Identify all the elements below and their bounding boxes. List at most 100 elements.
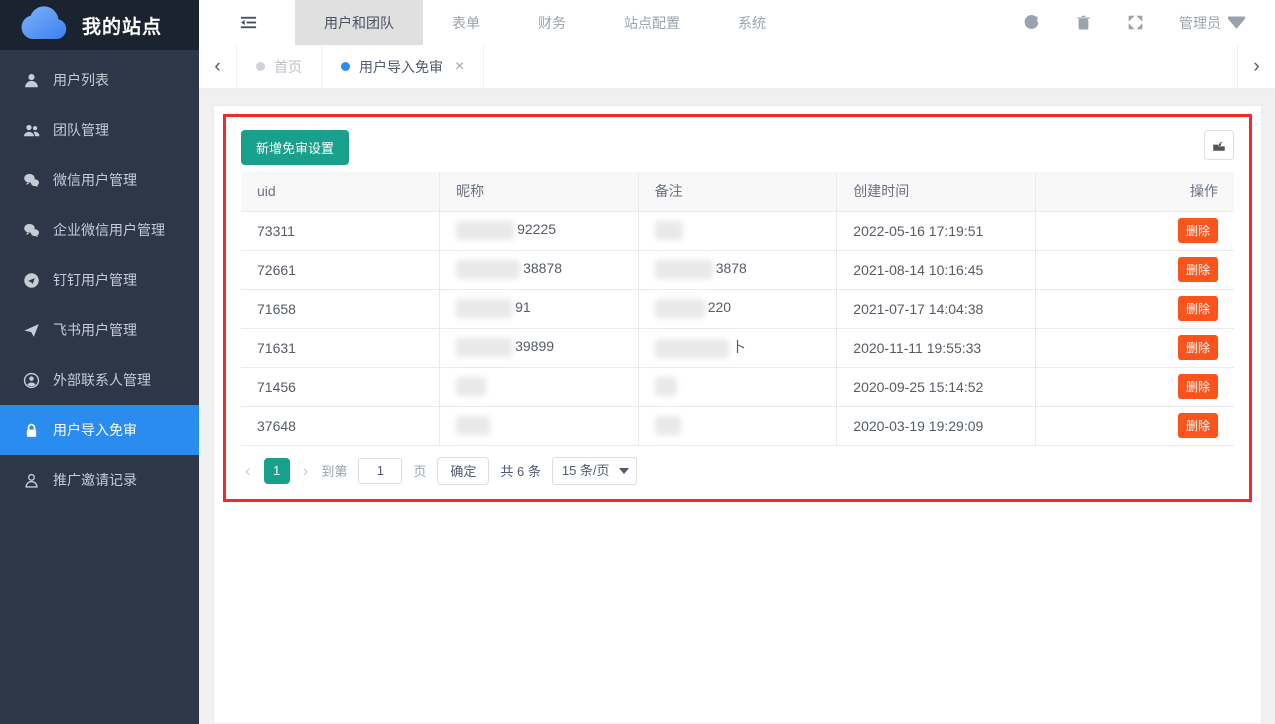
delete-button[interactable]: 删除: [1178, 335, 1218, 360]
fullscreen-icon[interactable]: [1127, 14, 1144, 31]
confirm-button[interactable]: 确定: [437, 457, 489, 485]
dingtalk-icon: [23, 272, 40, 289]
tab-close-icon[interactable]: ×: [455, 59, 464, 75]
sidebar-menu: 用户列表 团队管理 微信用户管理 企业微信用户管理: [0, 50, 199, 505]
sidebar-item-label: 推广邀请记录: [53, 470, 137, 490]
cell-uid: 71631: [241, 328, 440, 367]
cell-remark: [638, 211, 837, 250]
cell-remark: [638, 367, 837, 406]
total-count-label: 共 6 条: [500, 461, 540, 480]
tab-label: 首页: [274, 57, 302, 77]
panel-toolbar: 新增免审设置: [241, 130, 1234, 165]
cell-actions: 删除: [1035, 211, 1234, 250]
table-row: 71456 2020-09-25 15:14:52 删除: [241, 367, 1234, 406]
sidebar-item-label: 钉钉用户管理: [53, 270, 137, 290]
cell-nickname: 39899: [440, 328, 639, 367]
sidebar-item-label: 微信用户管理: [53, 170, 137, 190]
cell-actions: 删除: [1035, 328, 1234, 367]
sidebar-item-feishu-users[interactable]: 飞书用户管理: [0, 305, 199, 355]
cell-uid: 72661: [241, 250, 440, 289]
cell-created: 2020-11-11 19:55:33: [837, 328, 1036, 367]
sidebar-item-label: 飞书用户管理: [53, 320, 137, 340]
page-unit-label: 页: [413, 461, 426, 480]
tab-dot-active: [341, 62, 350, 71]
export-button[interactable]: [1204, 130, 1234, 160]
chevron-down-icon: [1228, 14, 1245, 31]
delete-button[interactable]: 删除: [1178, 218, 1218, 243]
add-exempt-setting-button[interactable]: 新增免审设置: [241, 130, 349, 165]
highlighted-panel: 新增免审设置 uid 昵称 备注 创建时间 操作: [223, 114, 1252, 502]
delete-button[interactable]: 删除: [1178, 413, 1218, 438]
top-nav-site-config[interactable]: 站点配置: [595, 0, 709, 45]
cell-remark: 220: [638, 289, 837, 328]
redacted-blur: [655, 339, 729, 358]
redacted-blur: [456, 377, 486, 396]
sidebar-item-label: 用户导入免审: [53, 420, 137, 440]
cell-uid: 71658: [241, 289, 440, 328]
sidebar-item-wechat-users[interactable]: 微信用户管理: [0, 155, 199, 205]
cell-actions: 删除: [1035, 367, 1234, 406]
sidebar-item-wechat-work-users[interactable]: 企业微信用户管理: [0, 205, 199, 255]
admin-user-menu[interactable]: 管理员: [1179, 13, 1245, 33]
cell-created: 2020-09-25 15:14:52: [837, 367, 1036, 406]
exempt-users-table: uid 昵称 备注 创建时间 操作 73311 92225: [241, 172, 1234, 446]
sidebar-item-user-list[interactable]: 用户列表: [0, 55, 199, 105]
external-contact-icon: [23, 372, 40, 389]
sidebar-item-team-management[interactable]: 团队管理: [0, 105, 199, 155]
table-row: 37648 2020-03-19 19:29:09 删除: [241, 406, 1234, 445]
page-size-select[interactable]: 15 条/页: [552, 457, 637, 485]
top-nav-finance[interactable]: 财务: [509, 0, 595, 45]
cell-created: 2020-03-19 19:29:09: [837, 406, 1036, 445]
tab-home[interactable]: 首页: [237, 45, 322, 88]
page-prev-icon[interactable]: ‹: [243, 461, 253, 481]
top-nav-system[interactable]: 系统: [709, 0, 795, 45]
col-header-remark: 备注: [638, 172, 837, 211]
cell-nickname: [440, 406, 639, 445]
page-next-icon[interactable]: ›: [301, 461, 311, 481]
user-icon: [23, 72, 40, 89]
site-name: 我的站点: [82, 12, 162, 39]
refresh-icon[interactable]: [1023, 14, 1040, 31]
pagination: ‹ 1 › 到第 页 确定 共 6 条 15 条/页: [241, 446, 1234, 489]
goto-page-input[interactable]: [358, 458, 402, 484]
page-number-button[interactable]: 1: [264, 458, 290, 484]
tabs-scroll-left-icon[interactable]: ‹: [199, 45, 237, 88]
sidebar-item-external-contacts[interactable]: 外部联系人管理: [0, 355, 199, 405]
cell-uid: 71456: [241, 367, 440, 406]
tab-user-import-exempt[interactable]: 用户导入免审 ×: [322, 45, 484, 88]
sidebar-collapse-icon[interactable]: [239, 0, 259, 45]
table-row: 71658 91 220 2021-07-17 14:04:38 删除: [241, 289, 1234, 328]
cell-remark: 卜: [638, 328, 837, 367]
table-row: 73311 92225 2022-05-16 17:19:51 删除: [241, 211, 1234, 250]
trash-icon[interactable]: [1075, 14, 1092, 31]
redacted-blur: [456, 299, 512, 318]
tab-dot: [256, 62, 265, 71]
sidebar: 我的站点 用户列表 团队管理 微信用户管理: [0, 0, 199, 724]
cell-remark: 3878: [638, 250, 837, 289]
sidebar-item-label: 外部联系人管理: [53, 370, 151, 390]
sidebar-item-label: 团队管理: [53, 120, 109, 140]
delete-button[interactable]: 删除: [1178, 296, 1218, 321]
tabs-scroll-right-icon[interactable]: ›: [1237, 45, 1275, 88]
app-window: 我的站点 用户列表 团队管理 微信用户管理: [0, 0, 1275, 724]
cell-created: 2021-07-17 14:04:38: [837, 289, 1036, 328]
cell-actions: 删除: [1035, 250, 1234, 289]
sidebar-item-dingtalk-users[interactable]: 钉钉用户管理: [0, 255, 199, 305]
feishu-icon: [23, 322, 40, 339]
top-bar: 用户和团队 表单 财务 站点配置 系统 管理员: [199, 0, 1275, 45]
col-header-created: 创建时间: [837, 172, 1036, 211]
delete-button[interactable]: 删除: [1178, 374, 1218, 399]
col-header-nickname: 昵称: [440, 172, 639, 211]
main-area: 用户和团队 表单 财务 站点配置 系统 管理员: [199, 0, 1275, 724]
top-nav-users-teams[interactable]: 用户和团队: [295, 0, 423, 45]
sidebar-item-promo-invite-records[interactable]: 推广邀请记录: [0, 455, 199, 505]
sidebar-item-label: 用户列表: [53, 70, 109, 90]
col-header-uid: uid: [241, 172, 440, 211]
wechat-icon: [23, 172, 40, 189]
delete-button[interactable]: 删除: [1178, 257, 1218, 282]
sidebar-item-label: 企业微信用户管理: [53, 220, 165, 240]
top-nav-forms[interactable]: 表单: [423, 0, 509, 45]
cell-created: 2021-08-14 10:16:45: [837, 250, 1036, 289]
site-logo[interactable]: 我的站点: [0, 0, 199, 50]
sidebar-item-user-import-exempt[interactable]: 用户导入免审: [0, 405, 199, 455]
